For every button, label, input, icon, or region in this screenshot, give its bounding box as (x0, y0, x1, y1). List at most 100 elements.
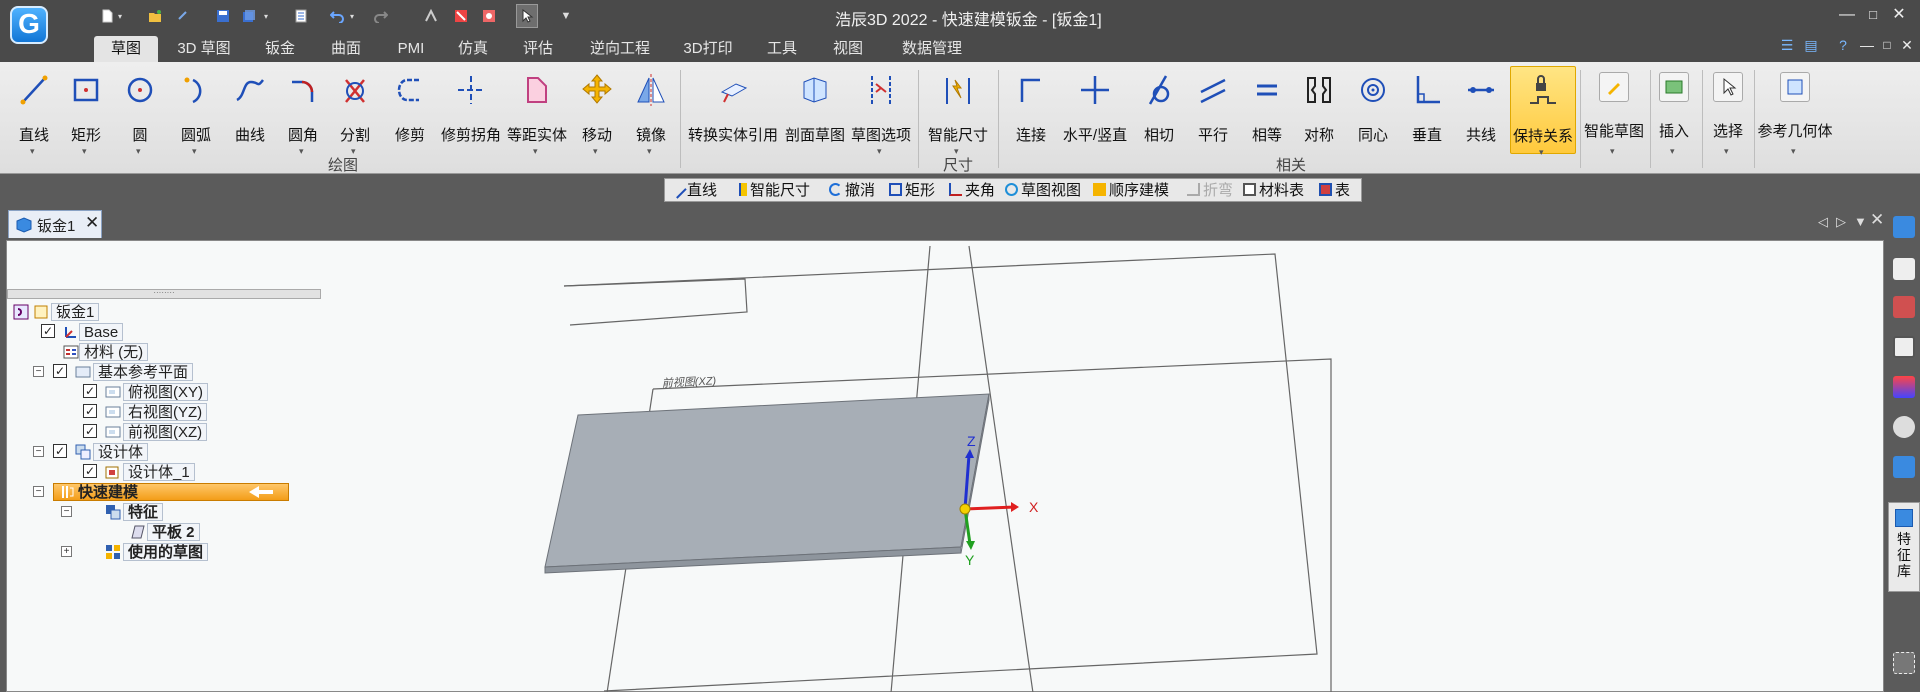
reference-geometry-dropdown-icon[interactable]: ▾ (1791, 146, 1796, 157)
collinear-relation-button[interactable]: 共线 (1456, 66, 1506, 160)
offset-tool-button[interactable]: 等距实体 ▾ (504, 66, 570, 160)
layers-icon[interactable] (1893, 336, 1915, 358)
concentric-relation-button[interactable]: 同心 (1348, 66, 1398, 160)
parallel-relation-button[interactable]: 平行 (1188, 66, 1238, 160)
section-sketch-button[interactable]: 剖面草图 (782, 66, 848, 160)
ref-planes-checkbox[interactable]: ✓ (53, 364, 67, 378)
help-panel-icon[interactable] (1893, 258, 1915, 280)
app-minimize-button[interactable]: — (1836, 4, 1858, 26)
smart-sketch-button[interactable]: 智能草图 ▾ (1582, 66, 1646, 160)
cmd-ordered-modeling[interactable]: 顺序建模 (1093, 181, 1169, 201)
tab-simulation[interactable]: 仿真 (448, 36, 498, 62)
close-all-tabs-icon[interactable]: ✕ (1870, 210, 1884, 230)
insert-button[interactable]: 插入 ▾ (1652, 66, 1696, 160)
select-pointer-icon[interactable] (516, 4, 538, 28)
rollback-arrow-icon[interactable] (249, 486, 273, 498)
fit-view-icon[interactable] (1893, 652, 1915, 674)
move-tool-button[interactable]: 移动 ▾ (572, 66, 622, 160)
cmd-undo[interactable]: 撤消 (829, 181, 875, 201)
select-button[interactable]: 选择 ▾ (1706, 66, 1750, 160)
graphics-viewport[interactable]: 前视图(XZ) X Z Y (7, 241, 1885, 692)
select-dropdown-icon[interactable]: ▾ (1724, 146, 1729, 157)
reference-geometry-button[interactable]: 参考几何体 ▾ (1756, 66, 1834, 160)
line-tool-button[interactable]: 直线 ▾ (10, 66, 58, 160)
tab-3d-sketch[interactable]: 3D 草图 (168, 36, 240, 62)
tab-surface[interactable]: 曲面 (318, 36, 374, 62)
symmetric-relation-button[interactable]: 对称 (1294, 66, 1344, 160)
plane-xz-checkbox[interactable]: ✓ (83, 424, 97, 438)
maintain-relations-button[interactable]: 保持关系 ▾ (1510, 66, 1576, 157)
plane-yz-checkbox[interactable]: ✓ (83, 404, 97, 418)
cmd-material-table[interactable]: 材料表 (1243, 181, 1304, 201)
tab-tools[interactable]: 工具 (756, 36, 808, 62)
curve-tool-button[interactable]: 曲线 (226, 66, 274, 160)
cmd-line[interactable]: 直线 (668, 180, 717, 201)
flat-plate-body[interactable] (544, 393, 990, 574)
tab-sketch[interactable]: 草图 (94, 36, 158, 62)
redo-icon[interactable] (370, 4, 392, 28)
sketch-options-button[interactable]: 草图选项 ▾ (848, 66, 914, 160)
recent-icon[interactable] (172, 4, 194, 28)
doc-close-button[interactable]: ✕ (1896, 34, 1918, 56)
feature-library-tab[interactable]: 特征库 (1888, 502, 1920, 592)
design-body-checkbox[interactable]: ✓ (53, 444, 67, 458)
insert-dropdown-icon[interactable]: ▾ (1670, 146, 1675, 157)
save-icon[interactable] (212, 4, 234, 28)
tab-scroll-left-icon[interactable]: ◁ (1818, 214, 1828, 230)
app-restore-button[interactable]: □ (1862, 4, 1884, 26)
design-body-1-checkbox[interactable]: ✓ (83, 464, 97, 478)
cmd-table[interactable]: 表 (1319, 181, 1350, 201)
tab-list-dropdown-icon[interactable]: ▼ (1854, 214, 1867, 229)
options-icon[interactable] (478, 4, 500, 28)
appearance-icon[interactable] (1893, 296, 1915, 318)
tools-icon[interactable] (450, 4, 472, 28)
cmd-sketch-view[interactable]: 草图视图 (1005, 181, 1081, 201)
smart-dimension-button[interactable]: 智能尺寸 ▾ (922, 66, 994, 160)
doc-restore-button[interactable]: □ (1876, 34, 1898, 56)
base-checkbox[interactable]: ✓ (41, 324, 55, 338)
tab-pmi[interactable]: PMI (384, 36, 438, 62)
equal-relation-button[interactable]: 相等 (1242, 66, 1292, 160)
app-logo[interactable]: G (10, 6, 48, 44)
mirror-tool-button[interactable]: 镜像 ▾ (626, 66, 676, 160)
tab-reverse-engineering[interactable]: 逆向工程 (584, 36, 656, 62)
tab-view[interactable]: 视图 (822, 36, 874, 62)
camera-view-icon[interactable] (1893, 456, 1915, 478)
resource-library-icon[interactable] (1893, 216, 1915, 238)
open-file-icon[interactable] (144, 4, 166, 28)
color-palette-icon[interactable] (1893, 376, 1915, 398)
tab-sheet-metal[interactable]: 钣金 (252, 36, 308, 62)
ribbon-style-icon[interactable]: ☰ (1776, 34, 1798, 56)
features-collapse-icon[interactable]: − (61, 506, 72, 517)
doc-minimize-button[interactable]: — (1856, 34, 1878, 56)
design-body-collapse-icon[interactable]: − (33, 446, 44, 457)
horizontal-vertical-button[interactable]: 水平/竖直 (1058, 66, 1132, 160)
arc-tool-button[interactable]: 圆弧 ▾ (170, 66, 222, 160)
rectangle-tool-button[interactable]: 矩形 ▾ (62, 66, 110, 160)
perpendicular-relation-button[interactable]: 垂直 (1402, 66, 1452, 160)
tab-evaluate[interactable]: 评估 (512, 36, 564, 62)
save-dropdown-icon[interactable]: ▾ (260, 4, 272, 28)
properties-icon[interactable] (290, 4, 312, 28)
rebuild-icon[interactable] (420, 4, 442, 28)
tangent-relation-button[interactable]: 相切 (1134, 66, 1184, 160)
tree-splitter[interactable]: ········ (7, 289, 321, 299)
smart-sketch-dropdown-icon[interactable]: ▾ (1610, 146, 1615, 157)
tab-3d-print[interactable]: 3D打印 (678, 36, 738, 62)
undo-icon[interactable] (326, 4, 348, 28)
tab-data-management[interactable]: 数据管理 (892, 36, 972, 62)
ref-planes-collapse-icon[interactable]: − (33, 366, 44, 377)
document-tab[interactable]: 钣金1 ✕ (8, 210, 102, 238)
app-close-button[interactable]: ✕ (1888, 4, 1910, 26)
cmd-bend[interactable]: 折弯 (1187, 181, 1233, 201)
used-sketch-expand-icon[interactable]: + (61, 546, 72, 557)
trim-tool-button[interactable]: 修剪 (384, 66, 436, 160)
tab-scroll-right-icon[interactable]: ▷ (1836, 214, 1846, 230)
sketch-options-dropdown-icon[interactable]: ▾ (877, 146, 882, 157)
save-all-icon[interactable] (238, 4, 260, 28)
customize-dropdown-icon[interactable]: ▼ (555, 4, 577, 28)
cmd-angle[interactable]: 夹角 (949, 181, 995, 201)
circle-tool-button[interactable]: 圆 ▾ (116, 66, 164, 160)
quick-model-collapse-icon[interactable]: − (33, 486, 44, 497)
document-tab-close-icon[interactable]: ✕ (85, 213, 99, 233)
